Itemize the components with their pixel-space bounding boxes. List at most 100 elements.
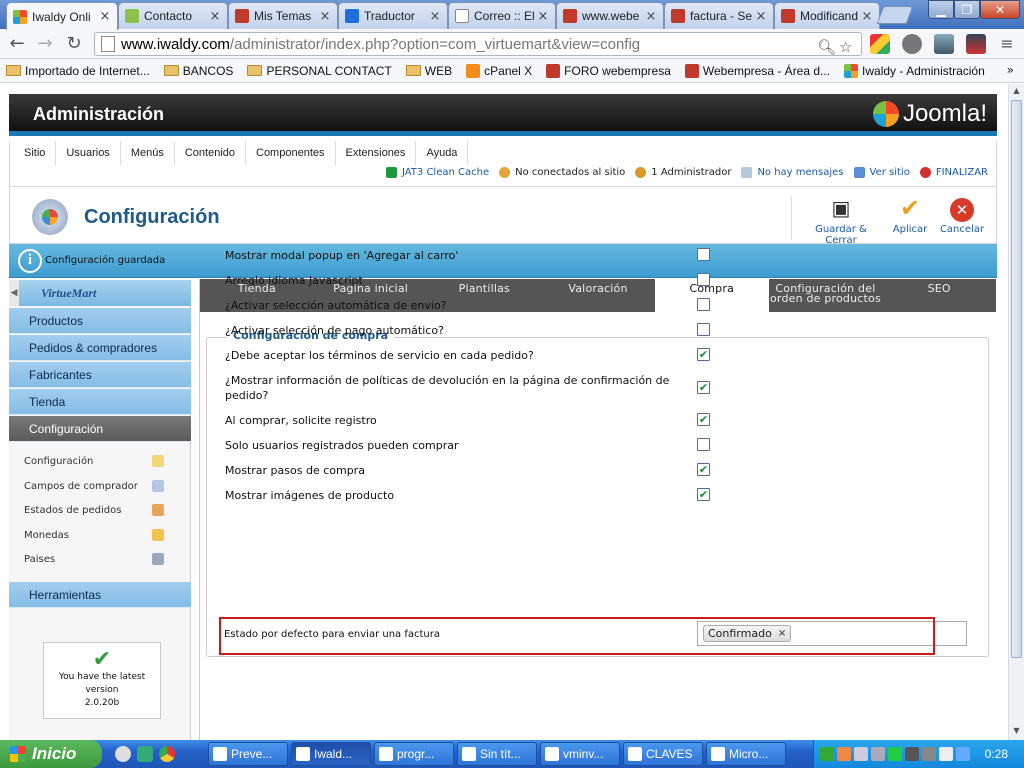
clean-cache-link[interactable]: JAT3 Clean Cache [385, 167, 489, 178]
config-option-checkbox[interactable] [697, 273, 710, 286]
close-tab-icon[interactable]: × [429, 9, 441, 24]
sidebar-item-fabricantes[interactable]: Fabricantes [9, 362, 191, 388]
logout-link[interactable]: FINALIZAR [919, 167, 988, 178]
tray-icon[interactable] [820, 747, 834, 761]
quicklaunch-chrome-icon[interactable] [159, 746, 175, 762]
menu-ayuda[interactable]: Ayuda [416, 141, 469, 165]
close-tab-icon[interactable]: × [645, 9, 657, 24]
apply-button[interactable]: ✔ Aplicar [882, 196, 938, 242]
menu-menus[interactable]: Menús [121, 141, 175, 165]
tray-icon[interactable] [939, 747, 953, 761]
wrench-menu-icon[interactable]: ≡ [996, 33, 1018, 55]
sidebar-subitem-campos-de-comprador[interactable]: Campos de comprador [9, 475, 191, 499]
tray-icon[interactable] [854, 747, 868, 761]
scroll-down-icon[interactable]: ▼ [1011, 726, 1022, 738]
sidebar-item-configuracion[interactable]: Configuración [9, 416, 191, 442]
browser-tab[interactable]: Modificand × [774, 2, 880, 29]
bookmark-webempresa-area-d[interactable]: Webempresa - Área d... [684, 63, 830, 78]
tray-icon[interactable] [871, 747, 885, 761]
taskbar-item[interactable]: Preve... [208, 742, 288, 766]
sidebar-item-pedidos-compradores[interactable]: Pedidos & compradores [9, 335, 191, 361]
quicklaunch-x-icon[interactable] [115, 746, 131, 762]
config-option-checkbox[interactable] [697, 438, 710, 451]
tray-icon[interactable] [905, 747, 919, 761]
close-tab-icon[interactable]: × [537, 9, 549, 24]
save-close-button[interactable]: ▣ Guardar & Cerrar [799, 196, 883, 246]
taskbar-item[interactable]: progr... [374, 742, 454, 766]
taskbar-item[interactable]: Iwald... [291, 742, 371, 766]
close-tab-icon[interactable]: × [861, 9, 873, 24]
taskbar-item[interactable]: Micro... [706, 742, 786, 766]
new-tab-button[interactable] [876, 6, 914, 24]
close-window-icon[interactable]: ✕ [980, 0, 1020, 19]
menu-usuarios[interactable]: Usuarios [56, 141, 121, 165]
sidebar-item-herramientas[interactable]: Herramientas [9, 582, 191, 608]
quicklaunch-browser-icon[interactable] [137, 746, 153, 762]
menu-sitio[interactable]: Sitio [14, 141, 57, 165]
collapse-sidebar-icon[interactable]: ◀ [9, 280, 19, 306]
sidebar-item-productos[interactable]: Productos [9, 308, 191, 334]
bug-extension-icon[interactable] [902, 34, 922, 54]
browser-tab[interactable]: Correo :: El × [448, 2, 556, 29]
menu-contenido[interactable]: Contenido [175, 141, 246, 165]
config-option-checkbox[interactable] [697, 248, 710, 261]
tab-seo[interactable]: SEO [882, 279, 996, 312]
star-icon[interactable]: ☆ [839, 38, 852, 56]
config-option-checkbox[interactable]: ✔ [697, 463, 710, 476]
sidebar-subitem-configuracion[interactable]: Configuración [9, 450, 191, 474]
cancel-button[interactable]: ✕ Cancelar [935, 196, 989, 242]
download-extension-icon[interactable] [934, 34, 954, 54]
bookmark-foro-webempresa[interactable]: FORO webempresa [546, 63, 671, 78]
user-extension-icon[interactable] [966, 34, 986, 54]
browser-tab[interactable]: factura - Se × [664, 2, 774, 29]
browser-tab[interactable]: Iwaldy Onli × [6, 2, 118, 30]
more-bookmarks-icon[interactable]: » [1007, 63, 1014, 77]
taskbar-item[interactable]: Sin tít... [457, 742, 537, 766]
tray-icon[interactable] [837, 747, 851, 761]
address-bar[interactable]: www.iwaldy.com/administrator/index.php?o… [94, 32, 862, 56]
browser-tab[interactable]: Contacto × [118, 2, 228, 29]
browser-tab[interactable]: www.webe × [556, 2, 664, 29]
tray-icon[interactable] [956, 747, 970, 761]
menu-componentes[interactable]: Componentes [246, 141, 336, 165]
scrollbar-thumb[interactable] [1011, 100, 1022, 658]
back-icon[interactable]: ← [6, 33, 28, 55]
view-site-link[interactable]: Ver sitio [853, 167, 910, 178]
config-option-checkbox[interactable]: ✔ [697, 348, 710, 361]
menu-extensiones[interactable]: Extensiones [336, 141, 417, 165]
config-option-checkbox[interactable]: ✔ [697, 413, 710, 426]
close-tab-icon[interactable]: × [319, 9, 331, 24]
tab-configuracion-del-orden-de-productos[interactable]: Configuración del orden de productos [769, 279, 883, 312]
close-tab-icon[interactable]: × [99, 9, 111, 24]
messages-link[interactable]: No hay mensajes [741, 167, 844, 178]
maximize-icon[interactable]: ❐ [954, 0, 980, 19]
config-option-checkbox[interactable]: ✔ [697, 381, 710, 394]
sidebar-subitem-paises[interactable]: Paises [9, 548, 191, 572]
taskbar-item[interactable]: CLAVES [623, 742, 703, 766]
bookmark-bancos[interactable]: BANCOS [163, 64, 233, 78]
extension-icon[interactable] [870, 34, 890, 54]
forward-icon[interactable]: → [34, 33, 56, 55]
bookmark-importado-de-internet[interactable]: Importado de Internet... [6, 64, 150, 78]
config-option-checkbox[interactable] [697, 323, 710, 336]
vertical-scrollbar[interactable]: ▲ ▼ [1008, 84, 1024, 740]
sidebar-subitem-estados-de-pedidos[interactable]: Estados de pedidos [9, 499, 191, 523]
tray-icon[interactable] [922, 747, 936, 761]
close-tab-icon[interactable]: × [209, 9, 221, 24]
close-tab-icon[interactable]: × [755, 9, 767, 24]
minimize-icon[interactable]: ▁ [928, 0, 954, 19]
config-option-checkbox[interactable]: ✔ [697, 488, 710, 501]
sidebar-subitem-monedas[interactable]: Monedas [9, 524, 191, 548]
bookmark-cpanel-x[interactable]: cPanel X [466, 63, 532, 78]
bookmark-web[interactable]: WEB [405, 64, 452, 78]
browser-tab[interactable]: Traductor × [338, 2, 448, 29]
bookmark-iwaldy-administracion[interactable]: Iwaldy - Administración [844, 63, 985, 78]
search-icon[interactable]: 🔍︎ [817, 38, 836, 56]
tray-icon[interactable] [888, 747, 902, 761]
browser-tab[interactable]: Mis Temas × [228, 2, 338, 29]
config-option-checkbox[interactable] [697, 298, 710, 311]
bookmark-personal-contact[interactable]: PERSONAL CONTACT [247, 64, 392, 78]
taskbar-item[interactable]: vminv... [540, 742, 620, 766]
start-button[interactable]: Inicio [0, 740, 102, 768]
reload-icon[interactable]: ↻ [63, 33, 85, 55]
